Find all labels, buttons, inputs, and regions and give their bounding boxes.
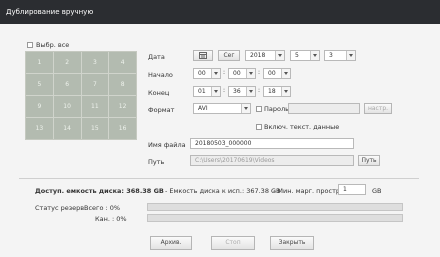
chevron-down-icon — [346, 51, 355, 60]
calendar-button[interactable] — [193, 50, 213, 61]
end-hour-value: 01 — [198, 88, 206, 95]
chevron-down-icon — [211, 87, 220, 96]
min-free-label: - Мин. марг. простр.: — [273, 187, 345, 195]
channel-progress-bar — [147, 214, 403, 222]
start-minute-value: 00 — [233, 70, 241, 77]
channel-cell[interactable]: 13 — [26, 118, 53, 139]
channel-cell[interactable]: 15 — [81, 118, 109, 139]
time-separator: : — [223, 69, 226, 76]
date-label: Дата — [148, 53, 165, 61]
disk-usable: - Емкость диска к исп.: 367.38 GB — [165, 187, 281, 195]
channel-cell[interactable]: 1 — [26, 52, 53, 73]
chevron-down-icon — [241, 104, 250, 113]
select-all-checkbox[interactable] — [27, 42, 33, 48]
settings-button[interactable]: настр. — [364, 103, 392, 114]
select-all-label: Выбр. все — [36, 41, 70, 49]
start-hour-select[interactable]: 00 — [193, 68, 221, 79]
path-label: Путь — [148, 158, 165, 166]
channel-cell[interactable]: 11 — [81, 96, 109, 117]
channel-grid: 1 2 3 4 5 6 7 8 9 10 11 12 13 14 15 16 — [25, 51, 137, 140]
include-text-label: Включ. текст. данные — [264, 123, 340, 131]
start-minute-select[interactable]: 00 — [228, 68, 256, 79]
end-second-select[interactable]: 18 — [263, 86, 291, 97]
path-input: C:\Users\20170619\Videos — [190, 155, 354, 166]
archive-button[interactable]: Архив. — [150, 236, 192, 250]
status-channel-label: Кан. : 0% — [95, 215, 127, 223]
total-progress-bar — [147, 203, 403, 211]
password-checkbox[interactable] — [256, 106, 262, 112]
channel-cell[interactable]: 2 — [53, 52, 81, 73]
calendar-icon — [199, 52, 207, 59]
chevron-down-icon — [281, 69, 290, 78]
status-total-label: Всего : 0% — [84, 204, 121, 212]
divider — [19, 178, 419, 179]
window-title: Дублирование вручную — [6, 8, 94, 16]
status-title: Статус резерв. — [35, 204, 87, 212]
channel-cell[interactable]: 6 — [53, 74, 81, 95]
start-second-value: 00 — [268, 70, 276, 77]
channel-cell[interactable]: 7 — [81, 74, 109, 95]
chevron-down-icon — [281, 87, 290, 96]
backup-window: Дублирование вручную Выбр. все 123456789… — [0, 0, 440, 257]
time-separator: : — [223, 87, 226, 94]
day-select[interactable]: 3 — [324, 50, 356, 61]
format-value: AVI — [198, 105, 208, 112]
min-free-input[interactable]: 1 — [338, 184, 366, 195]
format-label: Формат — [148, 106, 175, 114]
channel-cell[interactable]: 14 — [53, 118, 81, 139]
title-bar: Дублирование вручную — [0, 0, 440, 24]
end-minute-value: 36 — [233, 88, 241, 95]
end-hour-select[interactable]: 01 — [193, 86, 221, 97]
start-label: Начало — [148, 71, 173, 79]
chevron-down-icon — [211, 69, 220, 78]
chevron-down-icon — [246, 87, 255, 96]
channel-cell[interactable]: 16 — [109, 118, 136, 139]
channel-cell[interactable]: 3 — [81, 52, 109, 73]
disk-available: Доступ. емкость диска: 368.38 GB — [35, 187, 164, 195]
today-button[interactable]: Сег — [218, 50, 240, 61]
filename-input[interactable]: 20180503_000000 — [190, 138, 354, 149]
channel-cell[interactable]: 12 — [109, 96, 136, 117]
format-select[interactable]: AVI — [193, 103, 251, 114]
channel-cell[interactable]: 4 — [109, 52, 136, 73]
year-select[interactable]: 2018 — [245, 50, 285, 61]
channel-cell[interactable]: 8 — [109, 74, 136, 95]
start-hour-value: 00 — [198, 70, 206, 77]
channel-cell[interactable]: 5 — [26, 74, 53, 95]
chevron-down-icon — [310, 51, 319, 60]
chevron-down-icon — [275, 51, 284, 60]
year-value: 2018 — [250, 52, 266, 59]
time-separator: : — [258, 69, 261, 76]
stop-button[interactable]: Стоп — [211, 236, 255, 250]
channel-cell[interactable]: 9 — [26, 96, 53, 117]
channel-cell[interactable]: 10 — [53, 96, 81, 117]
close-button[interactable]: Закрыть — [270, 236, 314, 250]
month-select[interactable]: 5 — [290, 50, 320, 61]
start-second-select[interactable]: 00 — [263, 68, 291, 79]
include-text-checkbox[interactable] — [256, 124, 262, 130]
month-value: 5 — [295, 52, 299, 59]
password-label: Пароль — [264, 105, 289, 113]
day-value: 3 — [329, 52, 333, 59]
end-second-value: 18 — [268, 88, 276, 95]
path-button[interactable]: Путь — [358, 155, 380, 166]
chevron-down-icon — [246, 69, 255, 78]
end-label: Конец — [148, 89, 170, 97]
password-input[interactable] — [288, 103, 360, 114]
time-separator: : — [258, 87, 261, 94]
filename-label: Имя файла — [148, 141, 186, 149]
end-minute-select[interactable]: 36 — [228, 86, 256, 97]
min-free-unit: GB — [372, 187, 382, 195]
